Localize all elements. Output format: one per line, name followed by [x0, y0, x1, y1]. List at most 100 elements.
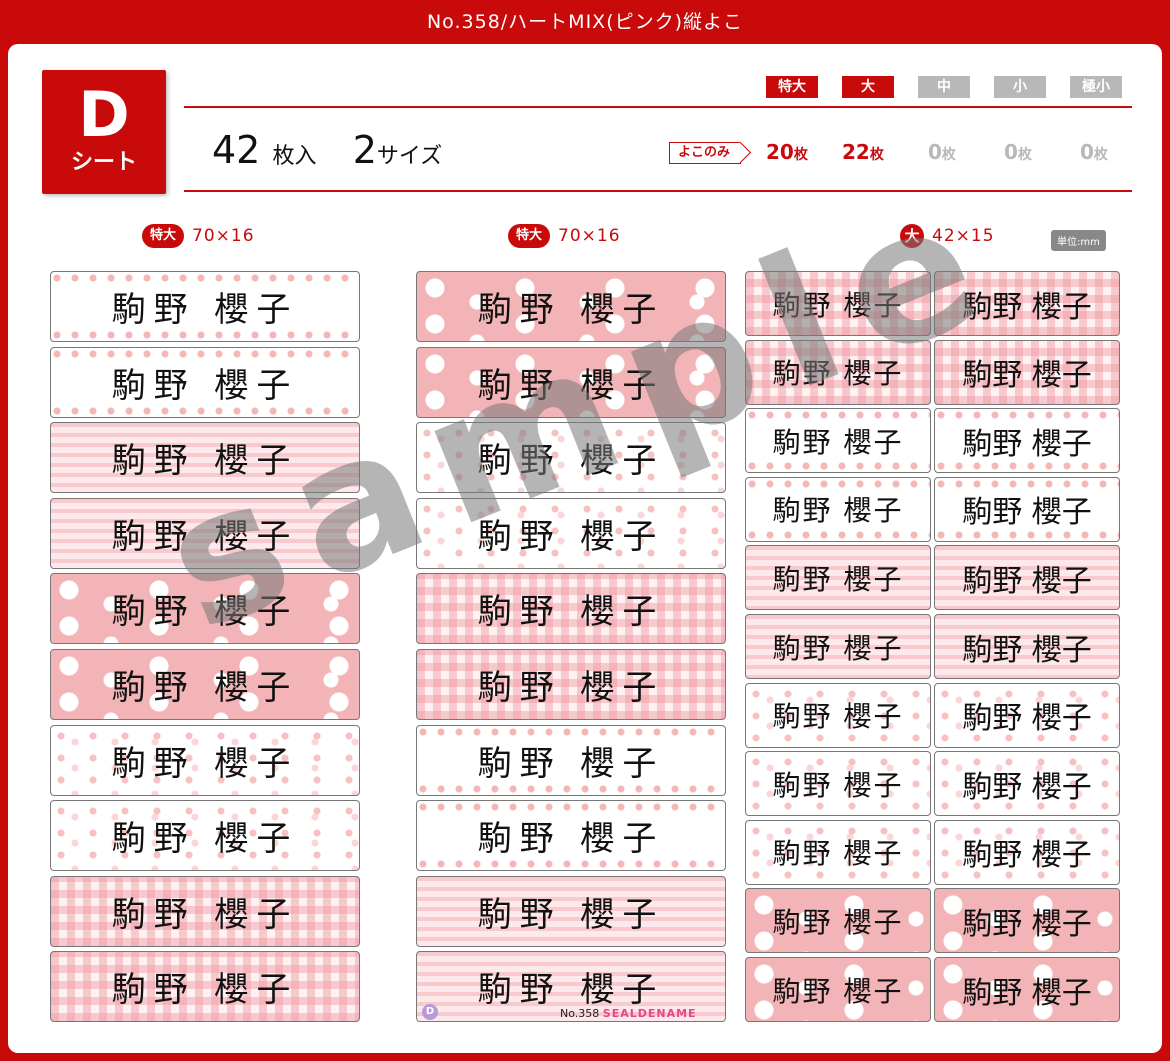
qty-unit: 枚 — [1017, 147, 1032, 163]
name-text: 駒野 櫻子 — [111, 441, 299, 482]
qty-num: 0 — [1004, 140, 1018, 164]
name-label: 駒野 櫻子 — [50, 271, 360, 342]
name-label-vertical: 駒野 櫻子 — [416, 649, 726, 720]
name-text: 駒野 櫻子 — [111, 516, 299, 557]
name-label: 駒野 櫻子 — [416, 422, 726, 494]
size-unit: サイズ — [376, 144, 443, 169]
name-text: 駒野 櫻子 — [111, 290, 299, 330]
name-label: 駒野 櫻子 — [745, 339, 931, 405]
column-label-2: 特大 70×16 — [508, 224, 621, 248]
qty-unit: 枚 — [793, 147, 808, 163]
name-text: 駒野 櫻子 — [477, 441, 665, 482]
name-text: 駒野 櫻子 — [111, 894, 299, 935]
qty-num: 0 — [928, 140, 942, 164]
name-label-vertical: 駒野 櫻子 — [934, 476, 1120, 542]
size-number: 2 — [352, 128, 377, 172]
sheet-letter: D — [78, 78, 130, 151]
column-label-3: 大 42×15 — [900, 224, 995, 248]
name-label: 駒野 櫻子 — [50, 573, 360, 645]
sheet-summary: 42 枚入 2サイズ — [212, 128, 442, 172]
product-number: No.358 — [560, 1007, 600, 1020]
qty-chu: 0枚 — [928, 140, 956, 164]
qty-unit: 枚 — [1093, 147, 1108, 163]
name-text: 駒野 櫻子 — [477, 894, 665, 935]
qty-unit: 枚 — [941, 147, 956, 163]
name-text: 駒野 櫻子 — [772, 974, 904, 1008]
name-text: 駒野 櫻子 — [477, 290, 665, 330]
name-label: 駒野 櫻子 — [745, 408, 931, 474]
name-text: 駒野 櫻子 — [477, 970, 665, 1011]
name-label-vertical: 駒野 櫻子 — [50, 724, 360, 796]
sheet-label: シート — [70, 150, 137, 175]
qty-tokudai: 20枚 — [766, 140, 808, 164]
qty-dai: 22枚 — [842, 140, 884, 164]
name-text: 駒野 櫻子 — [962, 563, 1092, 599]
divider-top — [184, 106, 1132, 108]
name-label: 駒野 櫻子 — [416, 497, 726, 569]
name-text: 駒野 櫻子 — [962, 358, 1092, 394]
name-label: 駒野 櫻子 — [745, 751, 931, 817]
name-text: 駒野 櫻子 — [772, 425, 904, 459]
name-text: 駒野 櫻子 — [962, 289, 1092, 325]
divider-bottom — [184, 190, 1132, 192]
name-text: 駒野 櫻子 — [962, 632, 1092, 668]
name-label-vertical: 駒野 櫻子 — [934, 408, 1120, 474]
name-label-vertical: 駒野 櫻子 — [934, 819, 1120, 885]
name-label: 駒野 櫻子 — [745, 888, 931, 954]
name-label-vertical: 駒野 櫻子 — [50, 875, 360, 947]
name-text: 駒野 櫻子 — [111, 743, 299, 784]
name-label: 駒野 櫻子 — [745, 614, 931, 679]
qty-gokusho: 0枚 — [1080, 140, 1108, 164]
name-label: 駒野 櫻子 — [50, 422, 360, 494]
qty-num: 22 — [842, 140, 870, 164]
name-label-vertical: 駒野 櫻子 — [934, 751, 1120, 817]
name-text: 駒野 櫻子 — [772, 837, 904, 871]
name-text: 駒野 櫻子 — [962, 975, 1092, 1011]
name-label: 駒野 櫻子 — [745, 271, 931, 336]
name-label-vertical: 駒野 櫻子 — [934, 339, 1120, 405]
name-text: 駒野 櫻子 — [962, 495, 1092, 531]
name-text: 駒野 櫻子 — [772, 905, 904, 939]
name-text: 駒野 櫻子 — [111, 819, 299, 860]
name-text: 駒野 櫻子 — [477, 819, 665, 860]
name-text: 駒野 櫻子 — [772, 357, 904, 391]
name-label: 駒野 櫻子 — [745, 476, 931, 542]
size-badge: 特大 — [142, 224, 185, 248]
name-label: 駒野 櫻子 — [745, 819, 931, 885]
name-text: 駒野 櫻子 — [962, 838, 1092, 874]
sheet-letter-mark: D — [422, 1004, 438, 1020]
size-tab-sho: 小 — [994, 76, 1046, 98]
name-text: 駒野 櫻子 — [477, 592, 665, 633]
name-label: 駒野 櫻子 — [50, 497, 360, 569]
size-badge: 大 — [900, 224, 924, 248]
name-label: 駒野 櫻子 — [416, 271, 726, 342]
name-text: 駒野 櫻子 — [111, 365, 299, 406]
name-label-vertical: 駒野 櫻子 — [416, 875, 726, 947]
name-label-vertical: 駒野 櫻子 — [416, 724, 726, 796]
name-text: 駒野 櫻子 — [772, 768, 904, 802]
page-title: No.358/ハートMIX(ピンク)縦よこ — [426, 11, 744, 33]
size-tab-chu: 中 — [918, 76, 970, 98]
column-label-1: 特大 70×16 — [142, 224, 255, 248]
unit-badge: 単位:mm — [1051, 230, 1106, 251]
name-label: 駒野 櫻子 — [416, 573, 726, 645]
name-text: 駒野 櫻子 — [477, 743, 665, 784]
name-text: 駒野 櫻子 — [772, 288, 904, 322]
name-label: 駒野 櫻子 — [416, 346, 726, 418]
size-badge: 特大 — [508, 224, 551, 248]
name-label-vertical: 駒野 櫻子 — [934, 957, 1120, 1022]
name-label-vertical: 駒野 櫻子 — [50, 800, 360, 872]
count-unit: 枚入 — [272, 144, 317, 169]
name-text: 駒野 櫻子 — [111, 592, 299, 633]
name-label-vertical: 駒野 櫻子 — [934, 614, 1120, 679]
name-label-vertical: 駒野 櫻子 — [934, 888, 1120, 954]
yoko-only-tag: よこのみ — [669, 142, 742, 164]
name-text: 駒野 櫻子 — [772, 562, 904, 596]
name-text: 駒野 櫻子 — [477, 365, 665, 406]
name-text: 駒野 櫻子 — [111, 668, 299, 708]
name-text: 駒野 櫻子 — [772, 494, 904, 528]
name-text: 駒野 櫻子 — [477, 668, 665, 708]
name-label: 駒野 櫻子 — [745, 545, 931, 611]
sheet-type-badge: D シート — [42, 70, 166, 194]
name-text: 駒野 櫻子 — [962, 769, 1092, 805]
